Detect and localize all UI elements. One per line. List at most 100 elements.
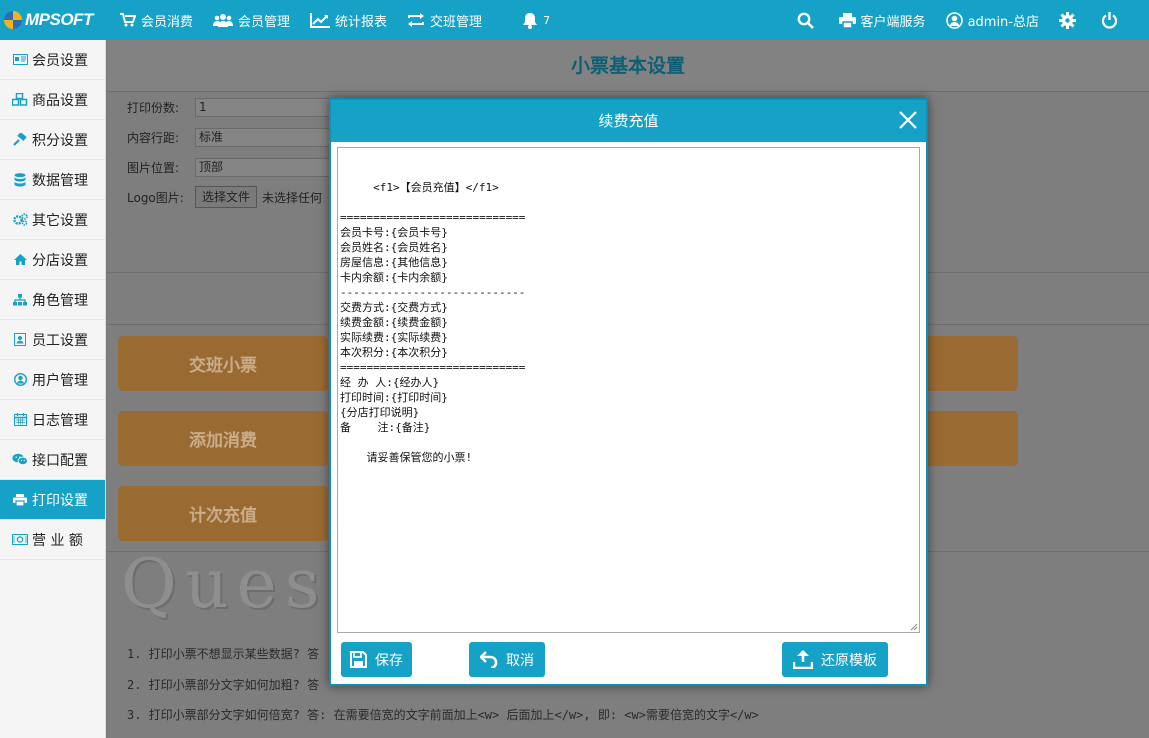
file-status: 未选择任何 — [262, 190, 323, 205]
cart-icon — [120, 13, 136, 27]
sidebar-item-other-settings[interactable]: 其它设置 — [0, 200, 105, 240]
print-icon — [838, 12, 856, 28]
dialog-header: 续费充值 — [331, 100, 926, 142]
logout-button[interactable] — [1101, 11, 1123, 29]
template-line: 续费金额:{续费金额} — [340, 316, 448, 329]
sitemap-icon — [12, 293, 28, 306]
save-button[interactable]: 保存 — [341, 642, 412, 677]
dialog-title: 续费充值 — [598, 112, 659, 130]
notification-count: 7 — [543, 13, 551, 27]
template-line: 会员卡号:{会员卡号} — [340, 226, 448, 239]
client-service-button[interactable]: 客户端服务 — [838, 11, 926, 30]
restore-template-label: 还原模板 — [821, 652, 877, 669]
template-line: 房屋信息:{其他信息} — [340, 256, 448, 269]
search-button[interactable] — [797, 12, 819, 29]
nav-member-manage[interactable]: 会员管理 — [213, 11, 290, 30]
nav-reports[interactable]: 统计报表 — [310, 11, 387, 30]
sidebar-item-label: 商品设置 — [32, 92, 88, 109]
money-icon — [12, 534, 28, 545]
template-textarea[interactable]: <f1>【会员充值】</f1> ========================… — [337, 147, 920, 633]
save-label: 保存 — [375, 652, 403, 669]
sidebar-item-role-manage[interactable]: 角色管理 — [0, 280, 105, 320]
sidebar-item-branch-settings[interactable]: 分店设置 — [0, 240, 105, 280]
sidebar-item-label: 数据管理 — [32, 172, 88, 189]
sidebar-item-label: 用户管理 — [32, 372, 88, 389]
dialog-body: <f1>【会员充值】</f1> ========================… — [331, 142, 926, 633]
database-icon — [12, 172, 28, 187]
sidebar-item-staff-settings[interactable]: 员工设置 — [0, 320, 105, 360]
resize-grip-icon[interactable] — [909, 622, 918, 631]
template-line: 打印时间:{打印时间} — [340, 391, 448, 404]
close-icon[interactable] — [896, 108, 920, 132]
upload-icon — [793, 650, 813, 669]
swap-icon — [408, 13, 425, 27]
sidebar-item-label: 会员设置 — [32, 52, 88, 69]
print-icon — [12, 493, 28, 506]
sidebar-item-label: 营 业 额 — [32, 532, 83, 549]
contact-icon — [12, 333, 28, 346]
wechat-icon — [12, 453, 28, 466]
id-card-icon — [12, 54, 28, 65]
template-line: 卡内余额:{卡内余额} — [340, 271, 448, 284]
user-name: admin-总店 — [967, 14, 1039, 30]
sidebar-item-label: 角色管理 — [32, 292, 88, 309]
gavel-icon — [12, 132, 28, 147]
logo[interactable]: MPSOFT — [0, 0, 106, 40]
faq-item: 1. 打印小票不想显示某些数据? 答 — [127, 647, 320, 661]
choose-file-button[interactable]: 选择文件 — [195, 186, 258, 208]
template-line — [340, 195, 917, 210]
chart-line-icon — [310, 12, 331, 28]
copies-label: 打印份数: — [127, 101, 180, 115]
logo-text: MPSOFT — [25, 10, 93, 29]
user-menu[interactable]: admin-总店 — [945, 11, 1039, 30]
bell-icon — [523, 12, 538, 29]
sidebar-item-data-manage[interactable]: 数据管理 — [0, 160, 105, 200]
main-nav: 会员消费 会员管理 统计报表 交班管理 7 — [120, 11, 570, 30]
sidebar-item-log-manage[interactable]: 日志管理 — [0, 400, 105, 440]
template-line: 交费方式:{交费方式} — [340, 301, 448, 314]
nav-member-consume-label: 会员消费 — [141, 14, 194, 30]
logo-row: Logo图片: 选择文件 未选择任何 — [127, 186, 322, 208]
calendar-icon — [12, 413, 28, 426]
sidebar-item-revenue[interactable]: 营 业 额 — [0, 520, 105, 560]
gear-icon — [1059, 11, 1076, 29]
sidebar-item-goods-settings[interactable]: 商品设置 — [0, 80, 105, 120]
template-line: ============================ — [340, 211, 526, 224]
receipt-shift-button[interactable]: 交班小票 — [118, 336, 328, 391]
client-service-label: 客户端服务 — [860, 14, 926, 30]
nav-member-consume[interactable]: 会员消费 — [120, 11, 193, 30]
notification-bell[interactable]: 7 — [522, 12, 550, 29]
nav-member-manage-label: 会员管理 — [238, 14, 291, 30]
search-icon — [797, 12, 814, 29]
sidebar-item-label: 分店设置 — [32, 252, 88, 269]
nav-shift-manage-label: 交班管理 — [430, 14, 483, 30]
settings-button[interactable] — [1059, 11, 1081, 29]
template-line — [340, 435, 917, 450]
nav-reports-label: 统计报表 — [335, 14, 388, 30]
receipt-add-consume-button[interactable]: 添加消费 — [118, 411, 328, 466]
sidebar-item-api-config[interactable]: 接口配置 — [0, 440, 105, 480]
template-line: 实际续费:{实际续费} — [340, 331, 448, 344]
page-title: 小票基本设置 — [107, 40, 1149, 92]
sidebar-item-points-settings[interactable]: 积分设置 — [0, 120, 105, 160]
sidebar-item-label: 其它设置 — [32, 212, 88, 229]
receipt-count-recharge-button[interactable]: 计次充值 — [118, 486, 328, 541]
logo-mark-icon — [4, 11, 22, 29]
restore-template-button[interactable]: 还原模板 — [782, 642, 888, 677]
users-icon — [213, 14, 234, 27]
template-line: ============================ — [340, 361, 526, 374]
sidebar-item-print-settings[interactable]: 打印设置 — [0, 480, 105, 520]
sidebar-item-label: 积分设置 — [32, 132, 88, 149]
cogs-icon — [12, 213, 28, 226]
dialog-footer: 保存 取消 还原模板 — [331, 642, 926, 678]
sidebar-item-label: 日志管理 — [32, 412, 88, 429]
nav-shift-manage[interactable]: 交班管理 — [407, 11, 482, 30]
image-pos-label: 图片位置: — [127, 161, 180, 175]
sidebar-item-member-settings[interactable]: 会员设置 — [0, 40, 105, 80]
cancel-button[interactable]: 取消 — [469, 642, 545, 677]
template-line: <f1>【会员充值】</f1> — [340, 181, 499, 194]
save-icon — [350, 651, 367, 668]
template-line: {分店打印说明} — [340, 406, 420, 419]
sidebar-item-label: 接口配置 — [32, 452, 88, 469]
sidebar-item-user-manage[interactable]: 用户管理 — [0, 360, 105, 400]
